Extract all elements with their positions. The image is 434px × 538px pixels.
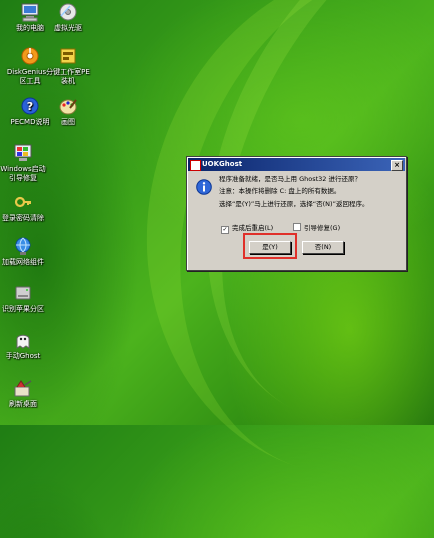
info-icon	[196, 179, 212, 195]
virtual-drive-icon	[59, 3, 77, 21]
boot-repair-checkbox[interactable]: 引导修复(G)	[293, 222, 340, 232]
desktop-icon-virtual-drive[interactable]: 虚拟光驱	[38, 2, 98, 33]
highlight-box	[243, 233, 297, 259]
desktop-icon-network[interactable]: 加载网络组件	[0, 236, 53, 267]
icon-label: 登录密码清除	[2, 214, 44, 222]
ghost-icon	[16, 334, 30, 349]
desktop-icon-paint[interactable]: 画图	[38, 96, 98, 127]
icon-label: 手动Ghost	[5, 352, 41, 360]
desktop-icon-password-clear[interactable]: 登录密码清除	[0, 192, 53, 223]
app-icon	[190, 160, 201, 171]
desktop-icon-refresh-desktop[interactable]: 刷新桌面	[0, 378, 53, 409]
network-icon	[15, 237, 31, 255]
icon-label: 画图	[61, 118, 75, 126]
checkbox-box[interactable]: ✓	[221, 226, 229, 234]
boot-repair-checkbox-label: 引导修复(G)	[304, 224, 341, 232]
desktop-icon-apple-partition[interactable]: 识别苹果分区	[0, 283, 53, 314]
icon-label: 刷新桌面	[9, 400, 37, 408]
paint-icon	[59, 99, 77, 115]
icon-label: 加载网络组件	[2, 258, 44, 266]
no-button[interactable]: 否(N)	[302, 241, 344, 254]
icon-label: Windows启动 引导修复	[0, 165, 46, 182]
dialog-instruction-line: 选择“是(Y)”马上进行还原，选择“否(N)”返回程序。	[219, 200, 369, 208]
desktop-icon-manual-ghost[interactable]: 手动Ghost	[0, 330, 53, 361]
dialog-message-line: 程序准备就绪，是否马上用 Ghost32 进行还原？	[219, 175, 361, 183]
pe-install-icon	[60, 48, 76, 64]
help-icon: ?	[21, 97, 39, 115]
boot-repair-icon	[14, 144, 32, 161]
refresh-desktop-icon	[14, 380, 32, 397]
checkbox-box[interactable]	[293, 223, 301, 231]
svg-text:?: ?	[27, 100, 33, 113]
desktop-icon-boot-repair[interactable]: Windows启动 引导修复	[0, 143, 53, 183]
diskgenius-icon	[21, 47, 39, 65]
restart-checkbox-label: 完成后重启(L)	[232, 224, 274, 232]
dialog-warning-line: 注意：本操作将删除 C: 盘上的所有数据。	[219, 187, 341, 195]
desktop-icon-pe-install[interactable]: 一键工作室PE 装机	[38, 46, 98, 86]
icon-label: 识别苹果分区	[2, 305, 44, 313]
icon-label: 虚拟光驱	[54, 24, 82, 32]
icon-label: 一键工作室PE 装机	[46, 68, 90, 85]
close-button[interactable]: ×	[391, 160, 403, 171]
dialog-titlebar[interactable]: UOKGhost ×	[188, 158, 405, 171]
drive-icon	[15, 286, 31, 300]
password-clear-icon	[14, 196, 31, 208]
computer-icon	[21, 3, 39, 22]
dialog-title: UOKGhost	[202, 160, 243, 168]
